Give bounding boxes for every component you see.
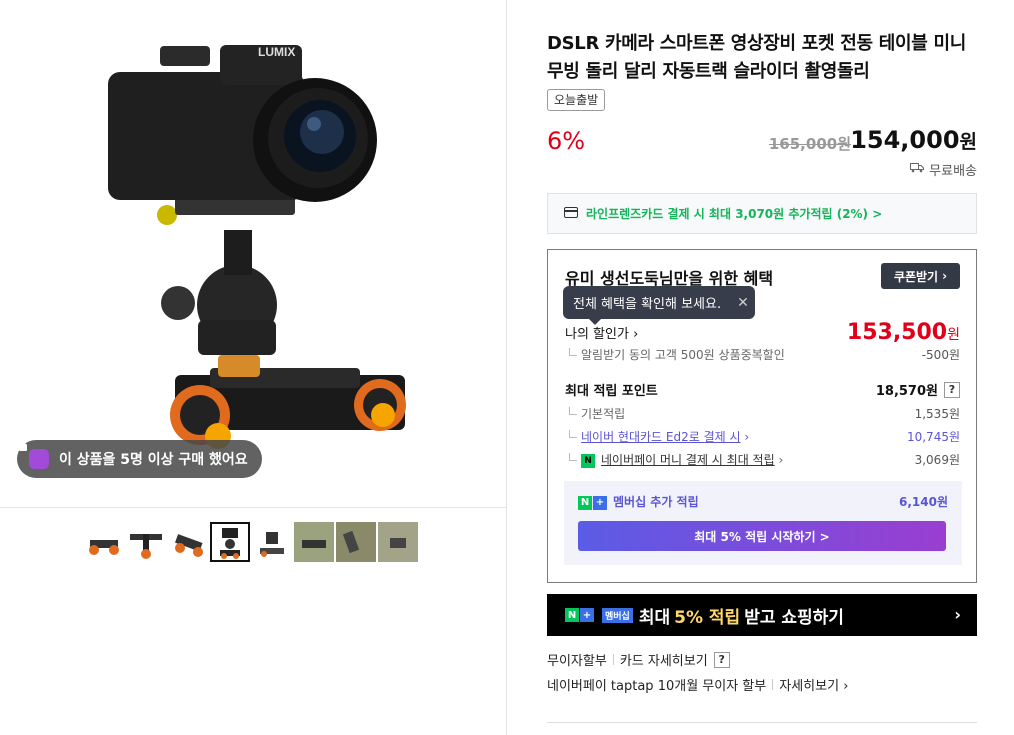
chevron-right-icon: › bbox=[954, 605, 961, 624]
today-shipping-tag: 오늘출발 bbox=[547, 89, 606, 111]
hyundai-card-row: 네이버 현대카드 Ed2로 결제 시 › 10,745원 bbox=[565, 428, 960, 445]
product-title: DSLR 카메라 스마트폰 영상장비 포켓 전동 테이블 미니 무빙 돌리 달리… bbox=[547, 33, 966, 82]
thumbnail-strip bbox=[84, 522, 418, 562]
chevron-right-icon: › bbox=[942, 269, 948, 283]
free-shipping: 무료배송 bbox=[910, 160, 977, 179]
naver-pay-icon: N bbox=[581, 453, 595, 468]
naver-plus-icon: N + bbox=[565, 608, 594, 622]
product-main-image[interactable]: LUMIX 이 상품을 5명 이상 구매 했어요 bbox=[0, 0, 506, 508]
benefit-tooltip: 전체 혜택을 확인해 보세요. ✕ bbox=[563, 286, 755, 325]
banner-pre-text: 최대 bbox=[638, 607, 671, 628]
close-icon[interactable]: ✕ bbox=[737, 295, 749, 311]
original-price: 165,000원 bbox=[768, 135, 851, 153]
chevron-right-icon: › bbox=[744, 430, 750, 444]
thumbnail[interactable] bbox=[336, 522, 376, 562]
hyundai-card-label: 네이버 현대카드 Ed2로 결제 시 bbox=[581, 430, 741, 444]
detail-link-label: 자세히보기 bbox=[779, 679, 840, 694]
membership-value: 6,140원 bbox=[899, 495, 948, 509]
buyers-count-badge: 이 상품을 5명 이상 구매 했어요 bbox=[17, 440, 262, 478]
sale-price-value: 154,000 bbox=[850, 126, 960, 154]
npay-money-label: 네이버페이 머니 결제 시 최대 적립 bbox=[601, 453, 775, 467]
membership-tag: 멤버십 bbox=[602, 607, 633, 623]
thumbnail[interactable] bbox=[378, 522, 418, 562]
thumbnail[interactable] bbox=[168, 522, 208, 562]
npay-money-row: N 네이버페이 머니 결제 시 최대 적립 › 3,069원 bbox=[565, 451, 960, 468]
chevron-right-icon: › bbox=[633, 327, 639, 342]
truck-icon bbox=[910, 162, 925, 177]
membership-label: 멤버십 추가 적립 bbox=[613, 495, 699, 509]
chevron-right-icon: › bbox=[778, 453, 784, 467]
thumbnail[interactable] bbox=[294, 522, 334, 562]
tooltip-text: 전체 혜택을 확인해 보세요. bbox=[573, 297, 722, 312]
npay-money-link[interactable]: N 네이버페이 머니 결제 시 최대 적립 › bbox=[565, 451, 783, 468]
my-price-label[interactable]: 나의 할인가 › bbox=[565, 323, 638, 342]
detail-link[interactable]: 자세히보기 › bbox=[779, 675, 848, 694]
product-gallery: LUMIX 이 상품을 5명 이상 구매 했어요 bbox=[0, 0, 507, 735]
hyundai-card-link[interactable]: 네이버 현대카드 Ed2로 결제 시 › bbox=[565, 428, 749, 445]
thumbnail[interactable] bbox=[252, 522, 292, 562]
shipping-text: 무료배송 bbox=[929, 164, 977, 179]
hyundai-card-value: 10,745원 bbox=[906, 430, 960, 444]
installment-links: 무이자할부 카드 자세히보기 ? bbox=[547, 650, 730, 669]
thumbnail[interactable] bbox=[84, 522, 124, 562]
alarm-discount-label: 알림받기 동의 고객 500원 상품중복할인 bbox=[565, 346, 785, 363]
my-price-row: 나의 할인가 › 153,500원 bbox=[565, 320, 960, 345]
my-price-unit: 원 bbox=[947, 327, 960, 343]
my-price: 153,500원 bbox=[847, 320, 960, 345]
my-price-value: 153,500 bbox=[846, 320, 948, 345]
membership-banner[interactable]: N + 멤버십 최대 5% 적립 받고 쇼핑하기 › bbox=[547, 594, 977, 636]
thumbnail[interactable] bbox=[126, 522, 166, 562]
help-icon[interactable]: ? bbox=[713, 651, 730, 668]
shopping-bag-icon bbox=[19, 440, 49, 469]
benefit-panel: 유미 생선도둑님만을 위한 혜택 쿠폰받기 › 전체 혜택을 확인해 보세요. ✕… bbox=[547, 249, 977, 583]
coupon-button-label: 쿠폰받기 bbox=[893, 269, 939, 284]
coupon-button[interactable]: 쿠폰받기 › bbox=[881, 263, 960, 289]
my-price-label-text: 나의 할인가 bbox=[565, 327, 629, 342]
sale-price-unit: 원 bbox=[959, 131, 977, 153]
camera-brand-label: LUMIX bbox=[258, 45, 295, 59]
basic-points-label: 기본적립 bbox=[565, 405, 625, 422]
buyers-text: 이 상품을 5명 이상 구매 했어요 bbox=[59, 452, 248, 468]
max-points-value: 18,570원 bbox=[875, 384, 938, 399]
max-points-row: 최대 적립 포인트 18,570원? bbox=[565, 380, 960, 399]
npay-money-value: 3,069원 bbox=[914, 453, 960, 467]
divider bbox=[772, 679, 774, 690]
max-points: 18,570원? bbox=[876, 380, 960, 399]
naver-plus-icon: N + bbox=[578, 495, 607, 510]
thumbnail[interactable] bbox=[210, 522, 250, 562]
membership-points-row: N + 멤버십 추가 적립 6,140원 bbox=[578, 493, 948, 510]
banner-highlight-text: 5% 적립 bbox=[674, 607, 741, 628]
card-promo-text: 라인프렌즈카드 결제 시 최대 3,070원 추가적립 (2%) > bbox=[586, 207, 883, 221]
basic-points-value: 1,535원 bbox=[914, 407, 960, 421]
npay-installment-links: 네이버페이 taptap 10개월 무이자 할부 자세히보기 › bbox=[547, 675, 848, 694]
divider bbox=[547, 722, 977, 723]
npay-installment-label: 네이버페이 taptap 10개월 무이자 할부 bbox=[547, 679, 767, 694]
max-points-label: 최대 적립 포인트 bbox=[565, 384, 658, 399]
card-detail-link[interactable]: 카드 자세히보기 bbox=[620, 650, 708, 669]
credit-card-icon bbox=[564, 206, 578, 221]
divider bbox=[612, 654, 614, 665]
card-promo-banner[interactable]: 라인프렌즈카드 결제 시 최대 3,070원 추가적립 (2%) > bbox=[547, 193, 977, 234]
sale-price: 154,000원 bbox=[850, 126, 977, 154]
basic-points-row: 기본적립 1,535원 bbox=[565, 405, 960, 422]
alarm-discount-value: -500원 bbox=[921, 348, 960, 362]
membership-box: N + 멤버십 추가 적립 6,140원 최대 5% 적립 시작하기 > bbox=[564, 481, 962, 565]
installment-label: 무이자할부 bbox=[547, 654, 607, 669]
help-icon[interactable]: ? bbox=[944, 381, 960, 398]
alarm-discount-row: 알림받기 동의 고객 500원 상품중복할인 -500원 bbox=[565, 346, 960, 363]
chevron-right-icon: › bbox=[843, 679, 849, 694]
camera-dolly-illustration: LUMIX bbox=[108, 45, 406, 449]
membership-start-button[interactable]: 최대 5% 적립 시작하기 > bbox=[578, 521, 946, 551]
discount-rate: 6% bbox=[547, 127, 586, 155]
banner-post-text: 받고 쇼핑하기 bbox=[744, 607, 844, 628]
